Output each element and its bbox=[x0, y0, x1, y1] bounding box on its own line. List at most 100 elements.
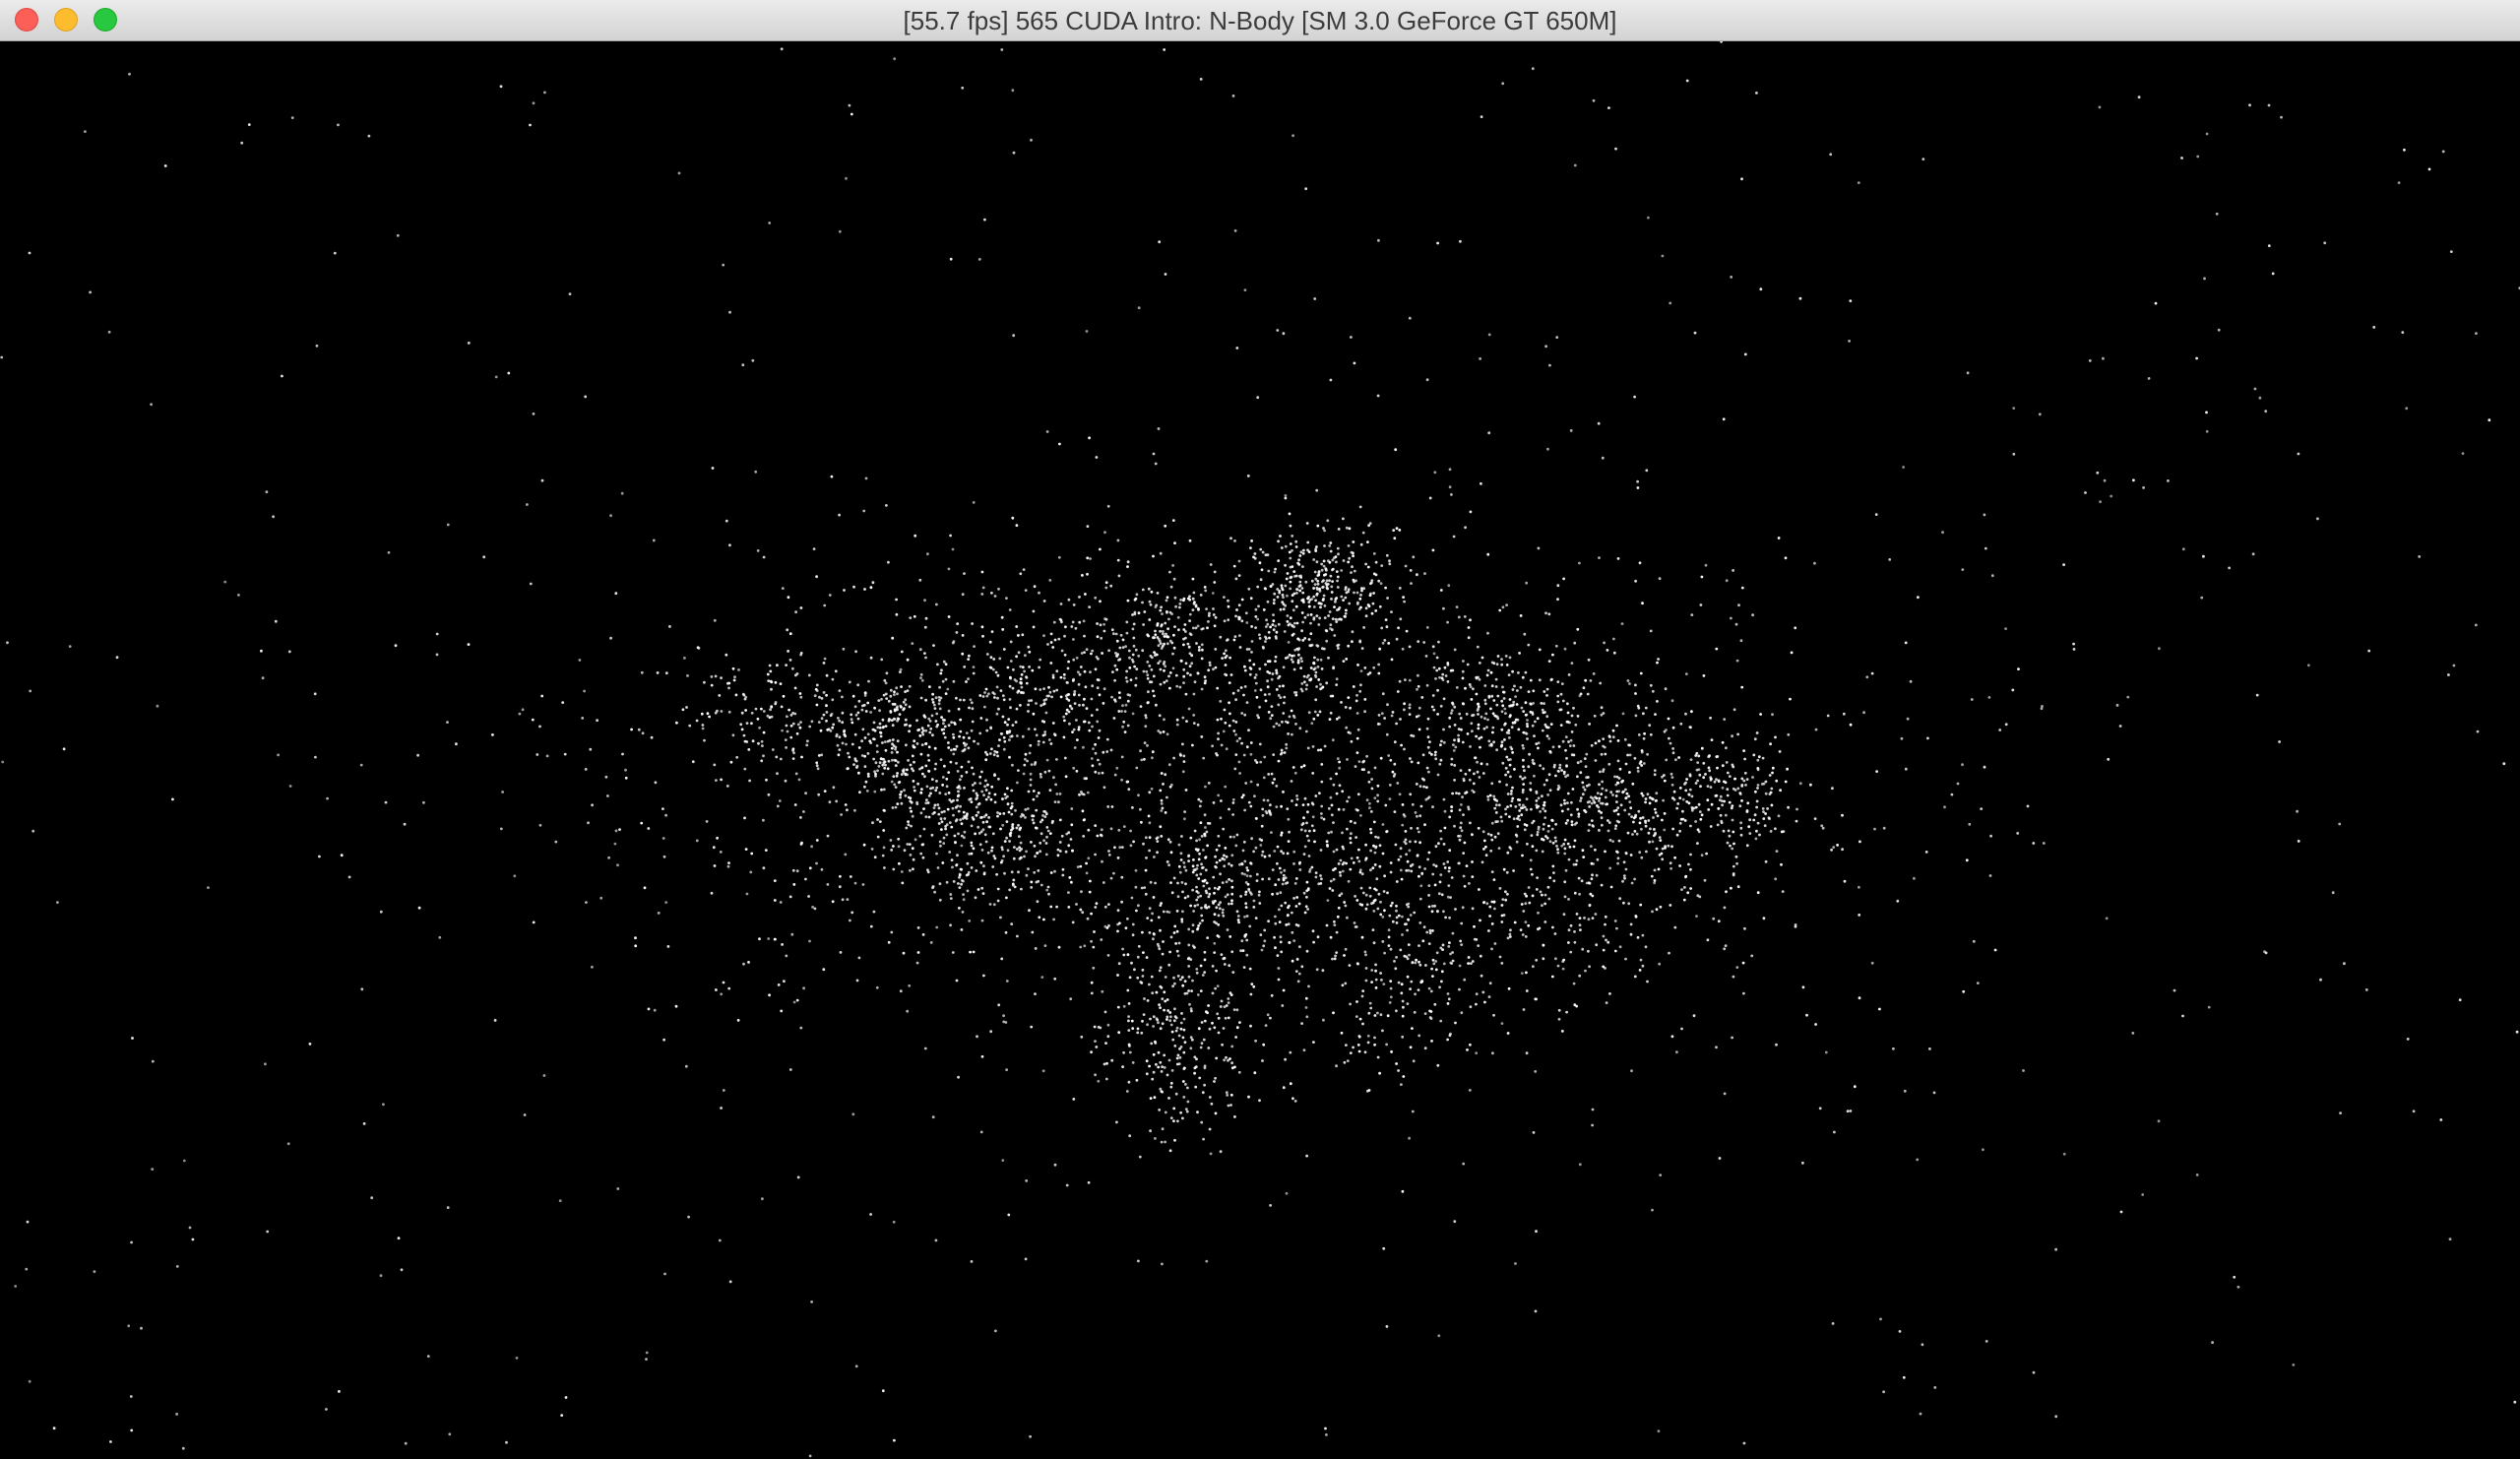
particle bbox=[1199, 872, 1203, 876]
particle bbox=[1695, 751, 1699, 755]
particle bbox=[1514, 695, 1517, 698]
particle bbox=[1612, 651, 1616, 655]
particle bbox=[2338, 822, 2342, 826]
particle bbox=[1027, 790, 1031, 793]
particle bbox=[875, 750, 879, 753]
particle bbox=[1256, 783, 1260, 787]
particle bbox=[1127, 1029, 1131, 1032]
particle bbox=[685, 706, 688, 709]
particle bbox=[1283, 630, 1287, 633]
particle bbox=[896, 750, 899, 754]
particle bbox=[1370, 787, 1374, 791]
title-bar[interactable]: [55.7 fps] 565 CUDA Intro: N-Body [SM 3.… bbox=[0, 0, 2520, 41]
particle bbox=[983, 785, 986, 789]
particle bbox=[963, 666, 967, 668]
particle bbox=[1350, 739, 1354, 743]
particle bbox=[1285, 746, 1289, 750]
particle bbox=[1319, 748, 1323, 752]
particle bbox=[1743, 352, 1747, 356]
particle bbox=[845, 742, 848, 746]
particle bbox=[1035, 702, 1038, 705]
particle bbox=[826, 834, 830, 838]
particle bbox=[1291, 959, 1294, 963]
particle bbox=[1378, 604, 1382, 608]
particle bbox=[1590, 801, 1594, 805]
particle bbox=[1450, 763, 1454, 766]
particle bbox=[1285, 742, 1289, 746]
particle bbox=[1629, 806, 1633, 810]
particle bbox=[1189, 836, 1193, 840]
particle bbox=[1565, 765, 1568, 768]
particle bbox=[779, 682, 783, 685]
particle bbox=[1294, 905, 1298, 908]
particle bbox=[1450, 757, 1454, 761]
particle bbox=[2054, 1415, 2058, 1419]
particle bbox=[949, 760, 953, 764]
particle bbox=[1181, 1116, 1184, 1120]
particle bbox=[838, 885, 842, 889]
particle bbox=[1104, 1077, 1108, 1081]
particle bbox=[1470, 722, 1474, 726]
particle bbox=[1976, 982, 1980, 984]
particle bbox=[1544, 816, 1547, 819]
particle bbox=[1020, 685, 1024, 689]
particle bbox=[1009, 706, 1012, 710]
particle bbox=[1159, 928, 1162, 932]
particle bbox=[1639, 903, 1643, 907]
particle bbox=[1667, 844, 1670, 848]
particle bbox=[856, 717, 860, 721]
particle bbox=[1633, 395, 1636, 399]
particle bbox=[1042, 634, 1045, 638]
particle bbox=[1094, 1073, 1097, 1077]
particle bbox=[960, 878, 964, 882]
particle bbox=[1256, 585, 1260, 589]
particle bbox=[740, 711, 744, 715]
particle bbox=[1031, 818, 1035, 822]
particle bbox=[1287, 817, 1291, 821]
particle bbox=[1067, 906, 1071, 909]
particle bbox=[1098, 762, 1102, 766]
particle bbox=[1615, 800, 1618, 803]
particle bbox=[1589, 845, 1593, 848]
particle bbox=[1019, 665, 1023, 668]
particle bbox=[807, 895, 810, 898]
particle bbox=[1223, 854, 1226, 857]
particle bbox=[2217, 328, 2221, 332]
application-window: [55.7 fps] 565 CUDA Intro: N-Body [SM 3.… bbox=[0, 0, 2520, 1459]
particle bbox=[1554, 822, 1557, 826]
particle bbox=[1358, 868, 1362, 872]
particle bbox=[1490, 782, 1494, 786]
particle bbox=[864, 710, 868, 713]
particle bbox=[1364, 843, 1367, 847]
particle bbox=[1183, 1041, 1187, 1045]
particle bbox=[1206, 1011, 1209, 1015]
particle bbox=[1509, 758, 1512, 761]
particle bbox=[1191, 888, 1194, 892]
particle bbox=[1413, 1010, 1417, 1014]
particle bbox=[1015, 679, 1018, 683]
particle bbox=[1431, 694, 1435, 697]
particle bbox=[776, 804, 780, 808]
particle bbox=[1031, 930, 1035, 934]
particle bbox=[1725, 579, 1729, 583]
particle bbox=[1152, 636, 1155, 640]
particle bbox=[1655, 908, 1659, 912]
particle bbox=[1459, 769, 1463, 772]
particle bbox=[1364, 907, 1368, 911]
particle bbox=[819, 729, 823, 732]
particle bbox=[1323, 604, 1327, 607]
particle bbox=[1176, 954, 1180, 958]
particle bbox=[2105, 917, 2109, 920]
particle bbox=[1159, 1060, 1163, 1064]
particle bbox=[831, 698, 835, 702]
particle bbox=[1517, 814, 1521, 818]
nbody-render-viewport[interactable] bbox=[0, 41, 2520, 1459]
particle bbox=[1434, 677, 1437, 680]
particle bbox=[261, 676, 265, 680]
particle bbox=[1312, 605, 1316, 608]
particle bbox=[89, 290, 92, 294]
particle bbox=[1690, 710, 1693, 714]
particle bbox=[1090, 714, 1094, 717]
particle bbox=[1489, 742, 1493, 746]
particle bbox=[1347, 644, 1351, 648]
